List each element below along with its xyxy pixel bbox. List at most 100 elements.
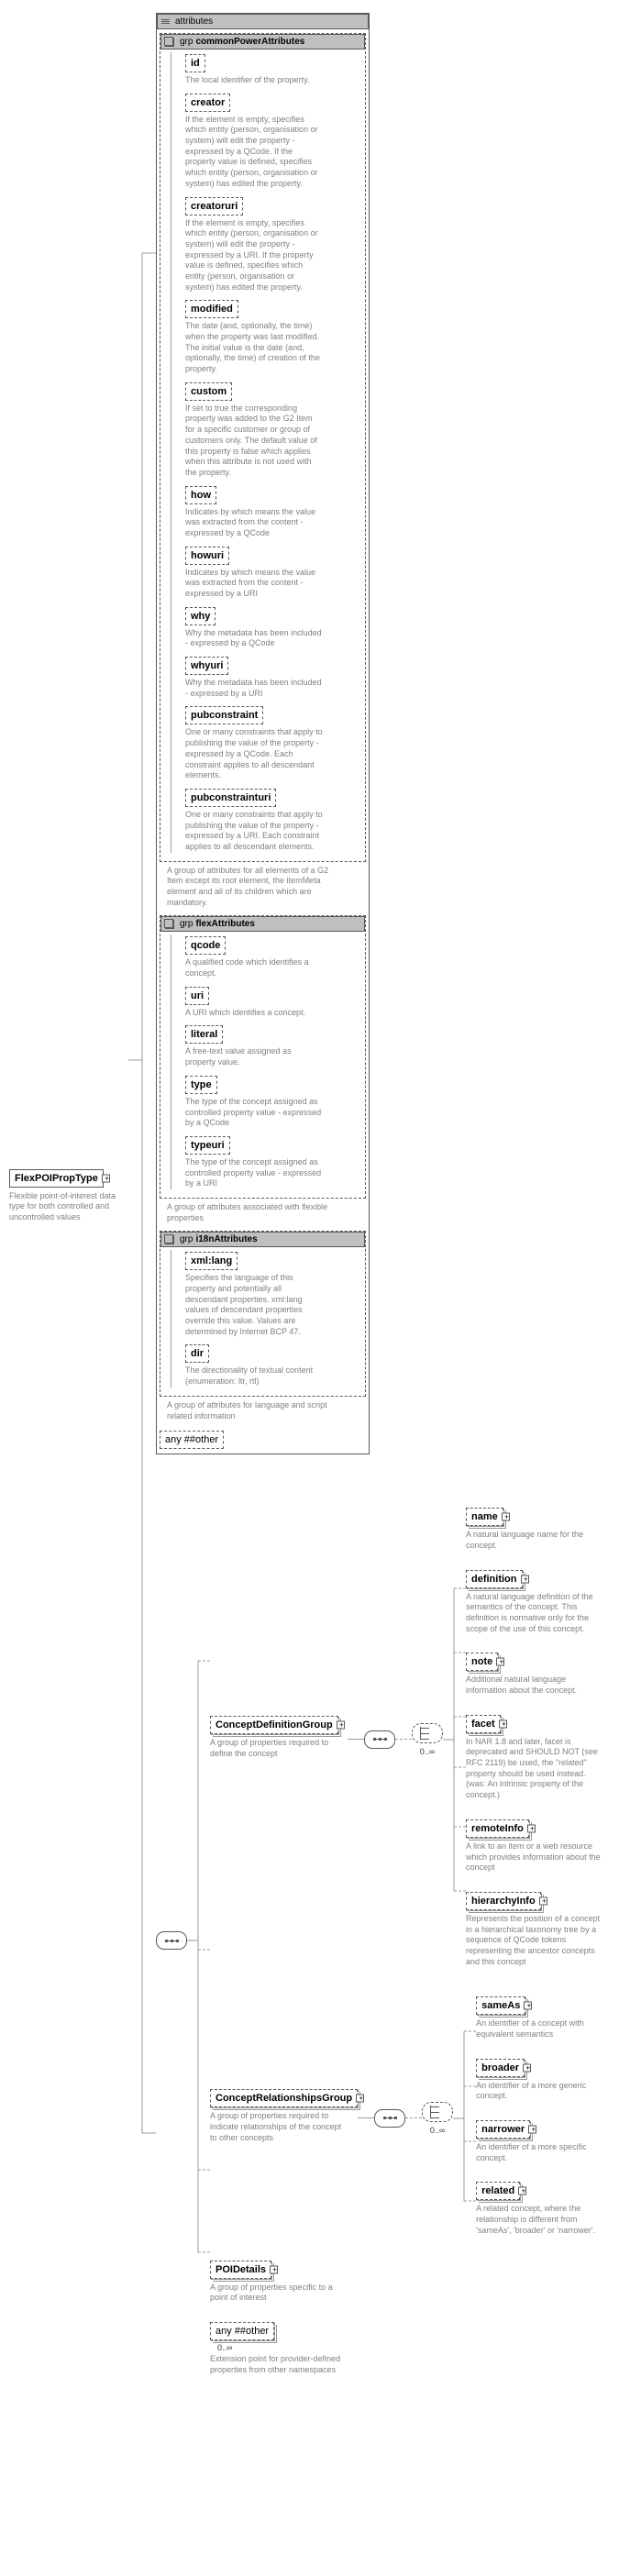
commonpower-caption: A group of attributes for all elements o… [167, 866, 332, 909]
attr-box: custom [185, 382, 232, 401]
attr-box: modified [185, 300, 238, 318]
attr-item: id The local identifier of the property. [185, 52, 362, 86]
attr-box: literal [185, 1025, 223, 1044]
attr-box: pubconstrainturi [185, 789, 276, 807]
attr-desc: Why the metadata has been included - exp… [185, 678, 323, 699]
element-desc: A link to an item or a web resource whic… [466, 1841, 603, 1874]
element-desc: A natural language name for the concept. [466, 1530, 603, 1551]
grp-icon [165, 38, 174, 47]
element-desc: An identifier of a more generic concept. [476, 2081, 613, 2102]
attr-desc: A qualified code which identifies a conc… [185, 957, 323, 978]
attr-item: how Indicates by which means the value w… [185, 484, 362, 539]
attr-desc: If set to true the corresponding propert… [185, 404, 323, 479]
grp-flex: grp flexAttributes qcode A qualified cod… [160, 915, 366, 1199]
any-other-desc: Extension point for provider-defined pro… [210, 2354, 348, 2375]
element-desc: A related concept, where the relationshi… [476, 2204, 613, 2236]
attr-item: why Why the metadata has been included -… [185, 605, 362, 649]
attr-desc: The type of the concept assigned as cont… [185, 1097, 323, 1129]
element-item: definition A natural language definition… [466, 1568, 603, 1641]
element-item: remoteInfo A link to an item or a web re… [466, 1818, 603, 1879]
element-item: related A related concept, where the rel… [476, 2180, 613, 2241]
poi-desc: A group of properties specific to a poin… [210, 2283, 348, 2304]
attr-desc: If the element is empty, specifies which… [185, 218, 323, 293]
element-desc: An identifier of a concept with equivale… [476, 2018, 613, 2040]
attr-item: custom If set to true the corresponding … [185, 381, 362, 479]
attr-box: id [185, 54, 205, 72]
element-desc: Represents the position of a concept in … [466, 1914, 603, 1967]
grp-icon [165, 1235, 174, 1244]
choice-icon [412, 1723, 443, 1743]
element-box: hierarchyInfo [466, 1892, 541, 1910]
sequence-icon [374, 2109, 405, 2128]
element-item: broader An identifier of a more generic … [476, 2057, 613, 2107]
any-other-element: any ##other [210, 2322, 274, 2340]
attr-box: xml:lang [185, 1252, 238, 1270]
attr-desc: The type of the concept assigned as cont… [185, 1157, 323, 1189]
attr-desc: Indicates by which means the value was e… [185, 507, 323, 539]
flex-caption: A group of attributes associated with fl… [167, 1202, 332, 1223]
element-box: narrower [476, 2120, 530, 2139]
element-item: note Additional natural language informa… [466, 1651, 603, 1701]
root-type: FlexPOIPropType Flexible point-of-intere… [9, 1167, 128, 1229]
choice-icon [422, 2102, 453, 2122]
sequence-icon [364, 1730, 395, 1749]
sequence-icon [156, 1931, 187, 1950]
attr-box: typeuri [185, 1136, 230, 1155]
attr-box: creator [185, 94, 230, 112]
attr-item: whyuri Why the metadata has been include… [185, 655, 362, 699]
attr-item: howuri Indicates by which means the valu… [185, 545, 362, 600]
root-desc: Flexible point-of-interest data type for… [9, 1191, 128, 1223]
crg-desc: A group of properties required to indica… [210, 2111, 348, 2143]
element-desc: A natural language definition of the sem… [466, 1592, 603, 1635]
attr-box: dir [185, 1344, 209, 1363]
element-item: sameAs An identifier of a concept with e… [476, 1995, 613, 2045]
element-box: note [466, 1653, 498, 1671]
element-desc: In NAR 1.8 and later, facet is deprecate… [466, 1737, 603, 1801]
element-box: remoteInfo [466, 1819, 529, 1838]
element-box: definition [466, 1570, 523, 1588]
attr-box: pubconstraint [185, 706, 263, 724]
any-other-attr: any ##other [160, 1431, 224, 1449]
attr-box: why [185, 607, 216, 625]
attr-item: creator If the element is empty, specifi… [185, 92, 362, 190]
attr-desc: The local identifier of the property. [185, 75, 323, 86]
poi-details: POIDetails [210, 2261, 271, 2279]
concept-definition-group: ConceptDefinitionGroup [210, 1716, 338, 1734]
element-box: sameAs [476, 1996, 525, 2015]
attr-desc: A free-text value assigned as property v… [185, 1046, 323, 1067]
grp-icon [165, 920, 174, 929]
element-box: broader [476, 2059, 525, 2077]
attr-item: qcode A qualified code which identifies … [185, 934, 362, 978]
element-item: name A natural language name for the con… [466, 1506, 603, 1556]
attr-item: xml:lang Specifies the language of this … [185, 1250, 362, 1337]
attr-item: dir The directionality of textual conten… [185, 1343, 362, 1387]
element-desc: An identifier of a more specific concept… [476, 2142, 613, 2163]
attr-item: creatoruri If the element is empty, spec… [185, 195, 362, 293]
grp-i18n: grp i18nAttributes xml:lang Specifies th… [160, 1231, 366, 1397]
element-desc: Additional natural language information … [466, 1675, 603, 1696]
attr-desc: One or many constraints that apply to pu… [185, 727, 323, 780]
attr-item: type The type of the concept assigned as… [185, 1074, 362, 1129]
i18n-caption: A group of attributes for language and s… [167, 1400, 332, 1421]
attributes-container: attributes grp commonPowerAttributes id … [156, 13, 370, 1454]
attr-desc: One or many constraints that apply to pu… [185, 810, 323, 853]
element-item: hierarchyInfo Represents the position of… [466, 1890, 603, 1973]
attr-box: type [185, 1076, 217, 1094]
body-sequence: ConceptDefinitionGroup A group of proper… [156, 1495, 613, 2386]
attr-desc: Specifies the language of this property … [185, 1273, 323, 1337]
attr-box: creatoruri [185, 197, 243, 216]
attr-desc: A URI which identifies a concept. [185, 1008, 323, 1019]
attr-box: whyuri [185, 657, 228, 675]
element-box: facet [466, 1715, 501, 1733]
attr-item: pubconstraint One or many constraints th… [185, 704, 362, 780]
attr-desc: The date (and, optionally, the time) whe… [185, 321, 323, 374]
attr-item: uri A URI which identifies a concept. [185, 985, 362, 1019]
element-item: facet In NAR 1.8 and later, facet is dep… [466, 1713, 603, 1807]
element-box: name [466, 1508, 503, 1526]
attr-box: uri [185, 987, 209, 1005]
concept-relationships-group: ConceptRelationshipsGroup [210, 2089, 358, 2107]
attrs-icon [161, 19, 170, 24]
root-label: FlexPOIPropType [15, 1173, 98, 1184]
attr-item: literal A free-text value assigned as pr… [185, 1023, 362, 1067]
attr-item: modified The date (and, optionally, the … [185, 298, 362, 374]
